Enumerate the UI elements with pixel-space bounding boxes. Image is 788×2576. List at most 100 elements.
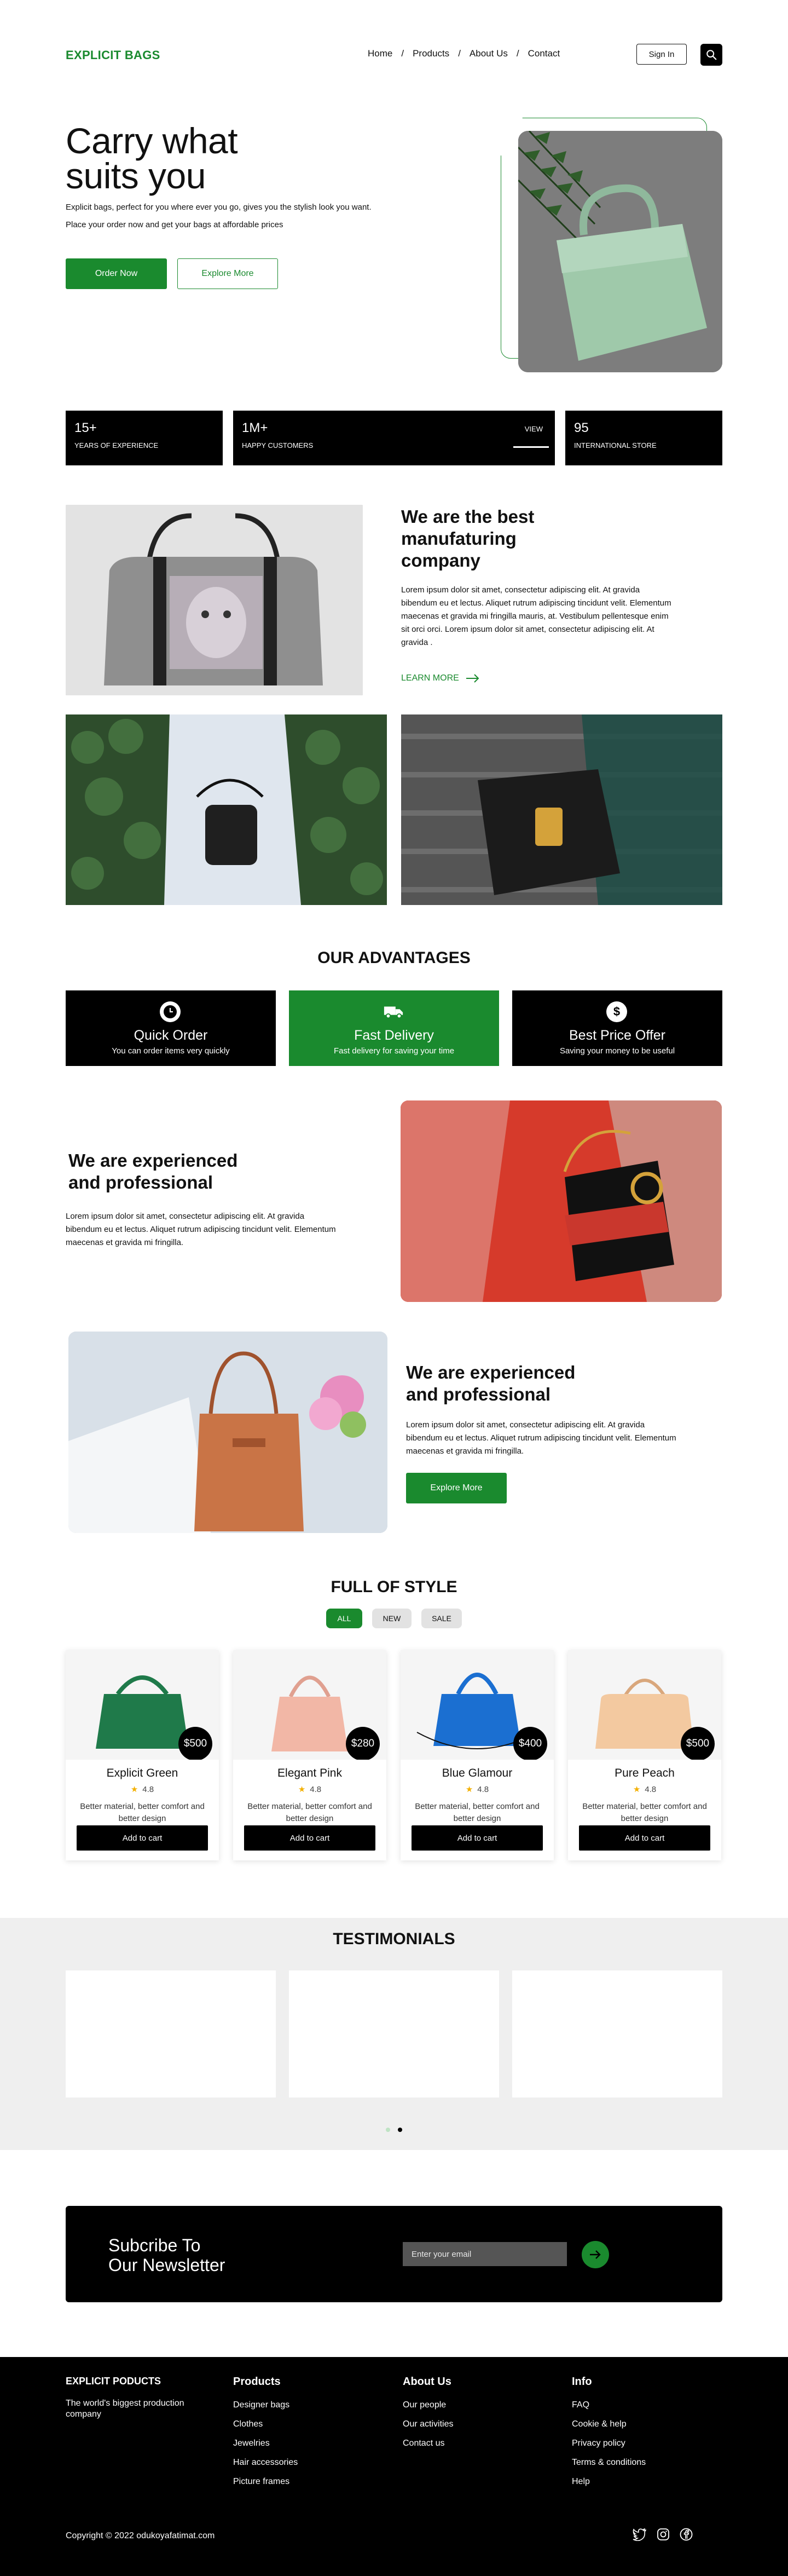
order-now-button[interactable]: Order Now — [66, 258, 167, 289]
footer-link[interactable]: Privacy policy — [572, 2439, 646, 2448]
filter-new[interactable]: NEW — [372, 1609, 412, 1628]
footer-link[interactable]: Cookie & help — [572, 2419, 646, 2429]
add-to-cart-button[interactable]: Add to cart — [579, 1825, 710, 1851]
company-section: We are the best manufaturing company Lorem… — [66, 505, 722, 696]
footer-link[interactable]: Our people — [403, 2400, 453, 2410]
signin-button[interactable]: Sign In — [636, 44, 687, 65]
stat-view-link[interactable]: VIEW — [525, 425, 543, 433]
experience-title: We are experienced and professional — [406, 1362, 575, 1405]
hero-title-line2: suits you — [66, 155, 206, 196]
footer-link[interactable]: Terms & conditions — [572, 2458, 646, 2468]
search-button[interactable] — [700, 44, 722, 66]
experience-section-2: We are experienced and professional Lorem… — [66, 1332, 722, 1534]
footer-products-col: Products Designer bags Clothes Jewelries… — [233, 2376, 298, 2496]
stat-customers: 1M+ HAPPY CUSTOMERS VIEW — [233, 411, 555, 465]
learn-more-label: LEARN MORE — [401, 673, 459, 683]
add-to-cart-button[interactable]: Add to cart — [244, 1825, 375, 1851]
hero-title: Carry what suits you — [66, 120, 238, 196]
subscribe-button[interactable] — [582, 2241, 609, 2268]
product-image: $500 — [568, 1650, 721, 1760]
footer-link[interactable]: Our activities — [403, 2419, 453, 2429]
star-icon: ★ — [465, 1785, 473, 1794]
newsletter-title-line2: Our Newsletter — [108, 2255, 225, 2275]
nav-about[interactable]: About Us — [470, 48, 508, 59]
product-desc: Better material, better comfort and bett… — [415, 1802, 540, 1823]
advantages-row: Quick Order You can order items very qui… — [66, 990, 722, 1066]
filter-all[interactable]: ALL — [326, 1609, 362, 1628]
experience-section-1: We are experienced and professional Lorem… — [66, 1100, 722, 1303]
style-title: FULL OF STYLE — [331, 1578, 457, 1596]
truck-icon — [383, 1001, 404, 1022]
stat-stores: 95 INTERNATIONAL STORE — [565, 411, 722, 465]
footer-link[interactable]: Clothes — [233, 2419, 298, 2429]
company-title-line1: We are the best — [401, 506, 535, 527]
experience-title: We are experienced and professional — [68, 1150, 237, 1194]
hero-title-line1: Carry what — [66, 120, 238, 161]
stat-value: 95 — [574, 420, 589, 435]
carousel-dot-active[interactable] — [398, 2128, 402, 2132]
testimonials-row — [66, 1970, 722, 2097]
brand-logo[interactable]: EXPLICIT BAGS — [66, 48, 160, 62]
experience-title-line2: and professional — [406, 1384, 551, 1404]
instagram-icon[interactable] — [657, 2528, 670, 2541]
experience-title-line1: We are experienced — [68, 1150, 238, 1171]
explore-more-button[interactable]: Explore More — [406, 1473, 507, 1503]
footer-tagline: The world's biggest production company — [66, 2399, 184, 2419]
stat-label: HAPPY CUSTOMERS — [242, 441, 314, 449]
stat-value: 15+ — [74, 420, 97, 435]
site-footer: EXPLICIT PODUCTS The world's biggest pro… — [0, 2357, 788, 2576]
product-desc: Better material, better comfort and bett… — [247, 1802, 372, 1823]
newsletter-title: Subcribe To Our Newsletter — [108, 2235, 225, 2275]
clock-icon — [160, 1001, 181, 1022]
add-to-cart-button[interactable]: Add to cart — [77, 1825, 208, 1851]
advantage-card: $ Best Price Offer Saving your money to … — [512, 990, 722, 1066]
learn-more-link[interactable]: LEARN MORE — [401, 673, 480, 683]
twitter-icon[interactable] — [633, 2528, 647, 2541]
footer-link[interactable]: Picture frames — [233, 2477, 298, 2487]
style-section: FULL OF STYLE ALL NEW SALE $500 Explicit… — [66, 1578, 722, 1860]
footer-link[interactable]: Help — [572, 2477, 646, 2487]
stat-value: 1M+ — [242, 420, 268, 435]
nav-products[interactable]: Products — [413, 48, 449, 59]
advantage-title: Fast Delivery — [354, 1028, 434, 1043]
social-links — [633, 2528, 693, 2541]
experience-text: Lorem ipsum dolor sit amet, consectetur … — [66, 1212, 336, 1247]
add-to-cart-button[interactable]: Add to cart — [412, 1825, 543, 1851]
nav-contact[interactable]: Contact — [528, 48, 560, 59]
carousel-dot[interactable] — [386, 2128, 390, 2132]
footer-link[interactable]: Contact us — [403, 2439, 453, 2448]
product-card[interactable]: $280 Elegant Pink ★ 4.8 Better material, … — [233, 1650, 386, 1860]
product-card[interactable]: $500 Explicit Green ★ 4.8 Better material… — [66, 1650, 219, 1860]
search-icon — [706, 50, 717, 60]
main-nav: Home / Products / About Us / Contact — [361, 48, 566, 59]
price-badge: $400 — [513, 1727, 547, 1760]
footer-link[interactable]: Hair accessories — [233, 2458, 298, 2468]
product-card[interactable]: $500 Pure Peach ★ 4.8 Better material, be… — [568, 1650, 721, 1860]
newsletter-section: Subcribe To Our Newsletter — [66, 2206, 722, 2302]
hero-desc-line1: Explicit bags, perfect for you where eve… — [66, 203, 372, 212]
filter-sale[interactable]: SALE — [421, 1609, 462, 1628]
email-input[interactable] — [403, 2242, 567, 2266]
product-rating: ★ 4.8 — [66, 1784, 219, 1794]
product-card[interactable]: $400 Blue Glamour ★ 4.8 Better material, … — [401, 1650, 554, 1860]
stats-row: 15+ YEARS OF EXPERIENCE 1M+ HAPPY CUSTOM… — [66, 411, 722, 465]
testimonial-card — [289, 1970, 499, 2097]
hero-bag-image — [518, 131, 722, 372]
advantage-subtitle: Saving your money to be useful — [559, 1046, 675, 1056]
footer-link[interactable]: Jewelries — [233, 2439, 298, 2448]
price-badge: $500 — [681, 1727, 715, 1760]
grey-bag-image — [66, 505, 363, 695]
facebook-icon[interactable] — [680, 2528, 693, 2541]
footer-link[interactable]: Designer bags — [233, 2400, 298, 2410]
explore-more-button[interactable]: Explore More — [177, 258, 278, 289]
stat-progress-fill — [393, 446, 513, 448]
product-image: $280 — [233, 1650, 386, 1760]
brown-bag-image — [68, 1332, 387, 1533]
company-title-line3: company — [401, 550, 480, 570]
footer-link[interactable]: FAQ — [572, 2400, 646, 2410]
gallery-pair — [66, 714, 722, 906]
nav-home[interactable]: Home — [368, 48, 392, 59]
stat-label: INTERNATIONAL STORE — [574, 441, 657, 449]
experience-text: Lorem ipsum dolor sit amet, consectetur … — [406, 1420, 676, 1456]
experience-title-line2: and professional — [68, 1172, 213, 1192]
